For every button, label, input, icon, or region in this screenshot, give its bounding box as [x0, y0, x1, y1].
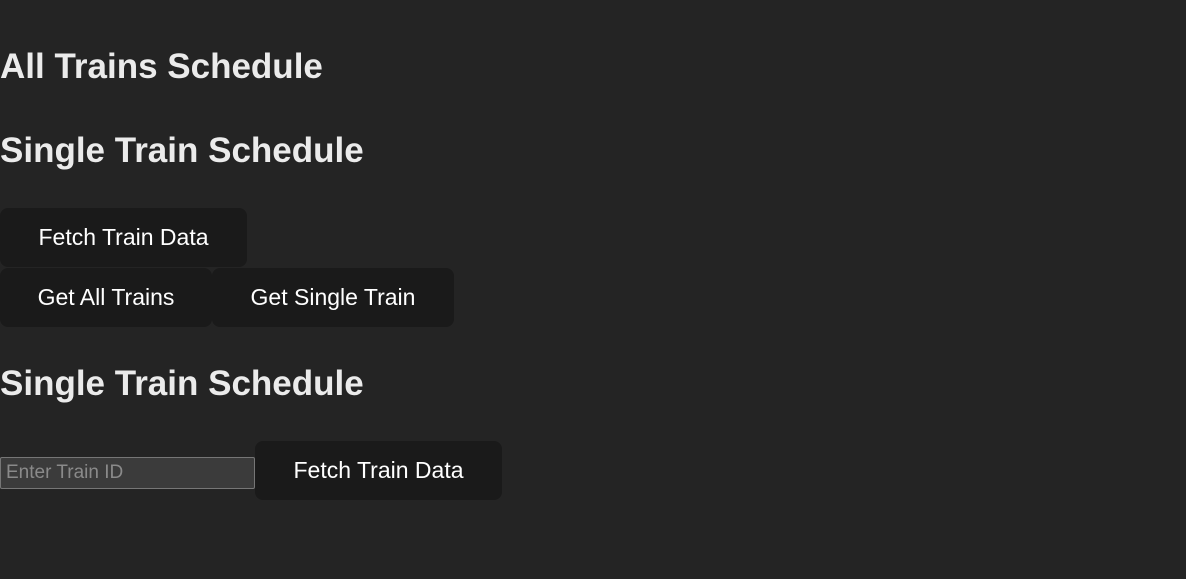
fetch-train-data-button[interactable]: Fetch Train Data — [255, 441, 502, 500]
get-all-trains-button[interactable]: Get All Trains — [0, 268, 212, 327]
all-trains-heading: All Trains Schedule — [0, 47, 323, 86]
fetch-train-data-button[interactable]: Fetch Train Data — [0, 208, 247, 267]
single-train-heading: Single Train Schedule — [0, 131, 364, 170]
train-id-input[interactable] — [0, 457, 255, 489]
single-train-heading: Single Train Schedule — [0, 364, 364, 403]
get-single-train-button[interactable]: Get Single Train — [212, 268, 454, 327]
